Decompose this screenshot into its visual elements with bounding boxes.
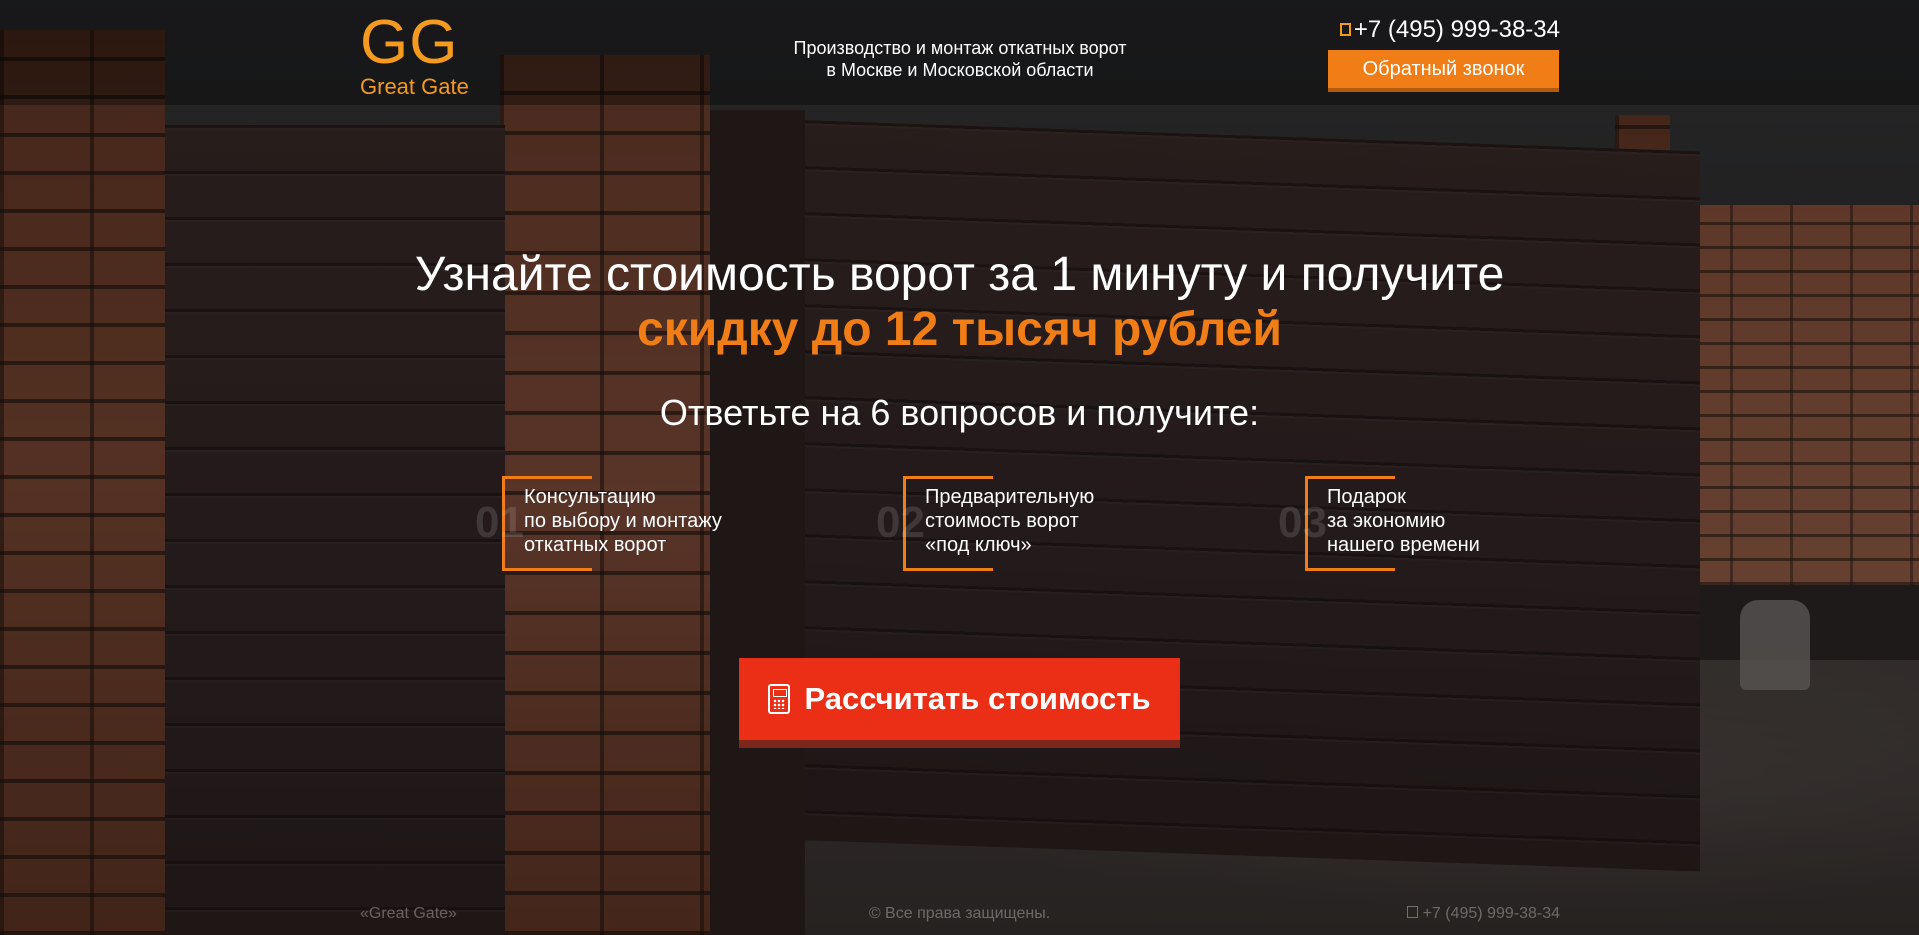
calculator-icon <box>768 684 791 714</box>
logo-mark: GG <box>360 8 459 77</box>
header-contact: +7 (495) 999-38-34 Обратный звонок <box>1300 16 1560 88</box>
benefit-text: Консультацию по выбору и монтажу откатны… <box>524 485 814 557</box>
hero-title: Узнайте стоимость ворот за 1 минуту и по… <box>414 248 1505 301</box>
footer-copyright: © Все права защищены. <box>868 905 1051 922</box>
calculate-cost-button[interactable]: Рассчитать стоимость <box>739 658 1180 740</box>
benefit-line: нашего времени <box>1327 534 1480 556</box>
benefit-line: по выбору и монтажу <box>524 510 722 532</box>
benefit-text: Предварительную стоимость ворот «под клю… <box>925 485 1215 557</box>
hero-highlight: скидку до 12 тысяч рублей <box>637 303 1282 356</box>
benefit-line: откатных ворот <box>524 534 667 556</box>
benefit-line: Подарок <box>1327 486 1406 508</box>
benefit-number: 02 <box>876 498 925 547</box>
background-dark-overlay <box>0 0 1919 935</box>
footer: © Все права защищены. «Great Gate» +7 (4… <box>0 900 1919 935</box>
landing-page: GG Great Gate Производство и монтаж отка… <box>0 0 1919 935</box>
tagline-line-2: в Москве и Московской области <box>826 60 1094 80</box>
header-tagline: Производство и монтаж откатных ворот в М… <box>740 37 1180 81</box>
benefit-line: за экономию <box>1327 510 1446 532</box>
logo[interactable]: GG Great Gate <box>360 12 500 102</box>
phone-icon <box>1339 23 1351 36</box>
benefit-item-gift: 03 Подарок за экономию нашего времени <box>1278 476 1605 571</box>
tagline-line-1: Производство и монтаж откатных ворот <box>793 38 1127 58</box>
benefit-text: Подарок за экономию нашего времени <box>1327 485 1617 557</box>
header-phone-number: +7 (495) 999-38-34 <box>1353 16 1560 43</box>
benefit-item-consultation: 01 Консультацию по выбору и монтажу отка… <box>475 476 802 571</box>
hero-subtitle: Ответьте на 6 вопросов и получите: <box>659 392 1260 433</box>
benefit-number: 01 <box>475 498 524 547</box>
benefit-line: «под ключ» <box>925 534 1032 556</box>
benefit-number: 03 <box>1278 498 1327 547</box>
benefit-line: стоимость ворот <box>925 510 1079 532</box>
footer-phone-number: +7 (495) 999-38-34 <box>1422 905 1560 922</box>
calculate-cost-label: Рассчитать стоимость <box>804 681 1151 716</box>
benefit-line: Консультацию <box>524 486 656 508</box>
background-photo <box>0 0 1919 935</box>
benefit-item-price: 02 Предварительную стоимость ворот «под … <box>876 476 1203 571</box>
callback-button[interactable]: Обратный звонок <box>1328 50 1559 88</box>
logo-text: Great Gate <box>360 74 469 99</box>
header-phone[interactable]: +7 (495) 999-38-34 <box>1300 16 1560 44</box>
benefit-line: Предварительную <box>925 486 1095 508</box>
footer-brand: «Great Gate» <box>360 905 457 922</box>
phone-icon <box>1406 906 1418 918</box>
footer-phone[interactable]: +7 (495) 999-38-34 <box>1300 902 1560 926</box>
